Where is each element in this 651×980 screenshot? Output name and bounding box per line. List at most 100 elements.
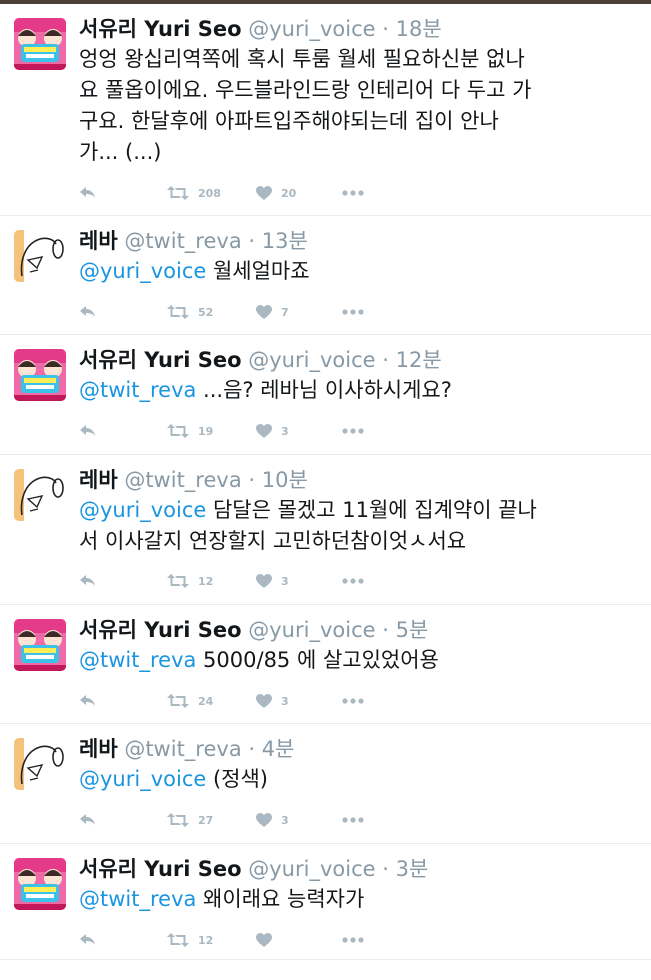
avatar[interactable] bbox=[14, 738, 66, 790]
tweet-body: 왜이래요 능력자가 bbox=[196, 887, 365, 911]
reply-button[interactable] bbox=[79, 305, 167, 319]
display-name[interactable]: 레바 bbox=[79, 468, 118, 492]
tweet[interactable]: 레바 @twit_reva · 13분 @yuri_voice 월세얼마죠 52… bbox=[0, 216, 651, 335]
retweet-button[interactable]: 12 bbox=[167, 574, 256, 588]
retweet-button[interactable]: 52 bbox=[167, 305, 256, 319]
tweet-text: 엉엉 왕십리역쪽에 혹시 투룸 월세 필요하신분 없나 요 풀옵이에요. 우드블… bbox=[79, 44, 637, 168]
display-name[interactable]: 레바 bbox=[79, 229, 118, 253]
tweet-body: ...음? 레바님 이사하시게요? bbox=[196, 378, 452, 402]
mention-link[interactable]: @twit_reva bbox=[79, 648, 196, 672]
like-button[interactable]: 3 bbox=[256, 813, 342, 827]
heart-icon bbox=[256, 813, 272, 827]
tweet[interactable]: 레바 @twit_reva · 4분 @yuri_voice (정색) 27 3 bbox=[0, 724, 651, 844]
display-name[interactable]: 서유리 Yuri Seo bbox=[79, 857, 242, 881]
tweet-text: @twit_reva ...음? 레바님 이사하시게요? bbox=[79, 375, 637, 406]
retweet-count: 52 bbox=[198, 305, 214, 319]
timestamp[interactable]: 3분 bbox=[396, 857, 429, 881]
username[interactable]: @yuri_voice bbox=[248, 618, 375, 642]
tweet-text: @twit_reva 5000/85 에 살고있었어용 bbox=[79, 645, 637, 676]
separator-dot: · bbox=[248, 737, 256, 761]
retweet-button[interactable]: 24 bbox=[167, 694, 256, 708]
reply-button[interactable] bbox=[79, 186, 167, 200]
like-button[interactable]: 3 bbox=[256, 574, 342, 588]
reply-button[interactable] bbox=[79, 813, 167, 827]
mention-link[interactable]: @twit_reva bbox=[79, 378, 196, 402]
retweet-icon bbox=[167, 186, 189, 200]
reply-icon bbox=[79, 424, 97, 438]
retweet-button[interactable]: 12 bbox=[167, 933, 256, 947]
tweet-text: @twit_reva 왜이래요 능력자가 bbox=[79, 884, 637, 915]
display-name[interactable]: 서유리 Yuri Seo bbox=[79, 17, 242, 41]
reply-icon bbox=[79, 186, 97, 200]
more-button[interactable] bbox=[342, 428, 364, 434]
more-icon bbox=[342, 428, 364, 434]
timestamp[interactable]: 12분 bbox=[396, 348, 442, 372]
avatar[interactable] bbox=[14, 230, 66, 282]
more-button[interactable] bbox=[342, 309, 364, 315]
mention-link[interactable]: @yuri_voice bbox=[79, 498, 206, 522]
like-button[interactable]: 3 bbox=[256, 694, 342, 708]
reply-icon bbox=[79, 694, 97, 708]
like-button[interactable]: 20 bbox=[256, 186, 342, 200]
like-count: 20 bbox=[281, 186, 297, 200]
avatar[interactable] bbox=[14, 469, 66, 521]
avatar[interactable] bbox=[14, 858, 66, 910]
heart-icon bbox=[256, 933, 272, 947]
more-button[interactable] bbox=[342, 937, 364, 943]
timestamp[interactable]: 5분 bbox=[396, 618, 429, 642]
display-name[interactable]: 서유리 Yuri Seo bbox=[79, 618, 242, 642]
retweet-icon bbox=[167, 574, 189, 588]
more-button[interactable] bbox=[342, 190, 364, 196]
retweet-count: 12 bbox=[198, 574, 214, 588]
like-button[interactable]: 3 bbox=[256, 424, 342, 438]
heart-icon bbox=[256, 424, 272, 438]
tweet-body: 엉엉 왕십리역쪽에 혹시 투룸 월세 필요하신분 없나 요 풀옵이에요. 우드블… bbox=[79, 47, 532, 164]
timestamp[interactable]: 13분 bbox=[262, 229, 308, 253]
timestamp[interactable]: 4분 bbox=[262, 737, 295, 761]
reply-button[interactable] bbox=[79, 424, 167, 438]
timestamp[interactable]: 10분 bbox=[262, 468, 308, 492]
more-button[interactable] bbox=[342, 578, 364, 584]
mention-link[interactable]: @twit_reva bbox=[79, 887, 196, 911]
username[interactable]: @yuri_voice bbox=[248, 857, 375, 881]
username[interactable]: @yuri_voice bbox=[248, 348, 375, 372]
timestamp[interactable]: 18분 bbox=[396, 17, 442, 41]
tweet-text: @yuri_voice (정색) bbox=[79, 764, 637, 795]
like-button[interactable] bbox=[256, 933, 342, 947]
username[interactable]: @twit_reva bbox=[124, 229, 241, 253]
separator-dot: · bbox=[248, 468, 256, 492]
more-icon bbox=[342, 190, 364, 196]
mention-link[interactable]: @yuri_voice bbox=[79, 259, 206, 283]
more-button[interactable] bbox=[342, 817, 364, 823]
reply-button[interactable] bbox=[79, 574, 167, 588]
username[interactable]: @yuri_voice bbox=[248, 17, 375, 41]
reply-icon bbox=[79, 933, 97, 947]
username[interactable]: @twit_reva bbox=[124, 737, 241, 761]
separator-dot: · bbox=[382, 348, 389, 372]
tweet[interactable]: 서유리 Yuri Seo @yuri_voice · 3분 @twit_reva… bbox=[0, 844, 651, 960]
retweet-button[interactable]: 19 bbox=[167, 424, 256, 438]
mention-link[interactable]: @yuri_voice bbox=[79, 767, 206, 791]
reply-icon bbox=[79, 574, 97, 588]
reply-button[interactable] bbox=[79, 694, 167, 708]
display-name[interactable]: 서유리 Yuri Seo bbox=[79, 348, 242, 372]
like-button[interactable]: 7 bbox=[256, 305, 342, 319]
tweet[interactable]: 레바 @twit_reva · 10분 @yuri_voice 담달은 몰겠고 … bbox=[0, 455, 651, 605]
avatar[interactable] bbox=[14, 349, 66, 401]
avatar[interactable] bbox=[14, 18, 66, 70]
reply-button[interactable] bbox=[79, 933, 167, 947]
tweet[interactable]: 서유리 Yuri Seo @yuri_voice · 18분 엉엉 왕십리역쪽에… bbox=[0, 4, 651, 216]
retweet-button[interactable]: 208 bbox=[167, 186, 256, 200]
retweet-count: 24 bbox=[198, 694, 214, 708]
like-count: 3 bbox=[281, 694, 289, 708]
retweet-button[interactable]: 27 bbox=[167, 813, 256, 827]
more-button[interactable] bbox=[342, 698, 364, 704]
tweet-text: @yuri_voice 담달은 몰겠고 11월에 집계약이 끝나 서 이사갈지 … bbox=[79, 495, 637, 557]
separator-dot: · bbox=[248, 229, 256, 253]
avatar[interactable] bbox=[14, 619, 66, 671]
tweet[interactable]: 서유리 Yuri Seo @yuri_voice · 5분 @twit_reva… bbox=[0, 605, 651, 724]
tweet[interactable]: 서유리 Yuri Seo @yuri_voice · 12분 @twit_rev… bbox=[0, 335, 651, 455]
display-name[interactable]: 레바 bbox=[79, 737, 118, 761]
reply-icon bbox=[79, 813, 97, 827]
username[interactable]: @twit_reva bbox=[124, 468, 241, 492]
